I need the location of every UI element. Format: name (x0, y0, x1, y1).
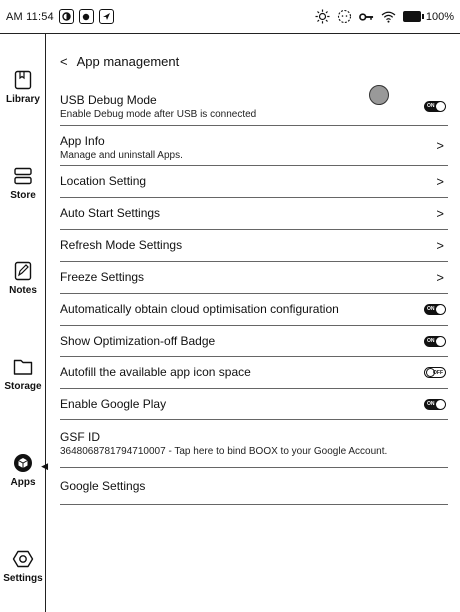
setting-google-settings[interactable]: Google Settings (60, 468, 448, 505)
status-time: AM 11:54 (6, 10, 54, 23)
sidebar-item-library[interactable]: Library (0, 69, 46, 105)
setting-title: Freeze Settings (60, 270, 145, 284)
page-title: App management (76, 54, 180, 69)
library-icon (12, 69, 34, 91)
main-content: < App management USB Debug Mode Enable D… (47, 34, 460, 612)
setting-cloud-optimisation[interactable]: Automatically obtain cloud optimisation … (60, 294, 448, 326)
sidebar-item-storage[interactable]: Storage (0, 356, 46, 392)
setting-title: Auto Start Settings (60, 206, 161, 220)
autofill-icon-space-toggle[interactable]: OFF (424, 367, 446, 378)
settings-icon (12, 548, 34, 570)
sidebar: Library Store Notes Storage Apps ◀ Setti… (0, 34, 48, 612)
notification-icon (58, 9, 74, 24)
setting-app-info[interactable]: App Info Manage and uninstall Apps. > (60, 126, 448, 166)
cloud-optimisation-toggle[interactable]: ON (424, 304, 446, 315)
send-icon (98, 9, 114, 24)
setting-autofill-icon-space[interactable]: Autofill the available app icon space OF… (60, 357, 448, 389)
status-bar: AM 11:54 100% (0, 0, 460, 34)
optimization-badge-toggle[interactable]: ON (424, 335, 446, 347)
battery-level: 100% (425, 10, 454, 23)
usb-debug-toggle[interactable]: ON (424, 101, 446, 112)
setting-title: Google Settings (60, 478, 146, 493)
apps-icon (12, 452, 34, 474)
sidebar-item-label: Settings (3, 573, 43, 584)
setting-refresh-mode[interactable]: Refresh Mode Settings > (60, 230, 448, 262)
setting-location[interactable]: Location Setting > (60, 166, 448, 198)
setting-title: Location Setting (60, 174, 147, 188)
setting-title: Enable Google Play (60, 396, 167, 411)
sidebar-item-label: Apps (10, 477, 36, 488)
google-play-toggle[interactable]: ON (424, 398, 446, 410)
sidebar-item-label: Store (10, 190, 36, 201)
setting-gsf-id[interactable]: GSF ID 3648068781794710007 - Tap here to… (60, 420, 448, 468)
notes-icon (12, 260, 34, 282)
chevron-right-icon: > (436, 138, 444, 153)
sidebar-item-notes[interactable]: Notes (0, 260, 46, 296)
sidebar-item-label: Library (6, 94, 40, 105)
wifi-icon (381, 9, 396, 24)
setting-title: Show Optimization-off Badge (60, 333, 216, 348)
setting-subtitle: Manage and uninstall Apps. (60, 149, 183, 161)
sidebar-item-store[interactable]: Store (0, 165, 46, 201)
setting-google-play[interactable]: Enable Google Play ON (60, 389, 448, 420)
setting-freeze[interactable]: Freeze Settings > (60, 262, 448, 294)
page-header: < App management (60, 54, 179, 69)
sidebar-item-settings[interactable]: Settings (0, 548, 46, 584)
gsf-id-value: 3648068781794710007 - Tap here to bind B… (60, 445, 388, 457)
chevron-right-icon: > (436, 270, 444, 285)
sync-icon[interactable] (337, 9, 352, 24)
setting-title: App Info (60, 133, 105, 148)
chevron-right-icon: > (436, 206, 444, 221)
battery-icon: 100% (402, 10, 454, 23)
key-icon (358, 9, 374, 24)
setting-subtitle: Enable Debug mode after USB is connected (60, 108, 257, 120)
setting-auto-start[interactable]: Auto Start Settings > (60, 198, 448, 230)
sidebar-item-label: Storage (4, 381, 42, 392)
store-icon (12, 165, 34, 187)
back-icon[interactable]: < (60, 54, 68, 69)
sidebar-item-apps[interactable]: Apps ◀ (0, 452, 48, 488)
setting-optimization-badge[interactable]: Show Optimization-off Badge ON (60, 326, 448, 357)
record-icon (78, 9, 94, 24)
chevron-right-icon: > (436, 174, 444, 189)
setting-title: USB Debug Mode (60, 92, 157, 107)
brightness-icon[interactable] (315, 9, 330, 24)
setting-title: Automatically obtain cloud optimisation … (60, 302, 339, 316)
folder-icon (12, 356, 34, 378)
chevron-right-icon: > (436, 238, 444, 253)
setting-title: Refresh Mode Settings (60, 238, 183, 252)
sidebar-item-label: Notes (9, 285, 37, 296)
setting-title: GSF ID (60, 429, 101, 444)
setting-usb-debug[interactable]: USB Debug Mode Enable Debug mode after U… (60, 88, 448, 126)
setting-title: Autofill the available app icon space (60, 365, 251, 379)
